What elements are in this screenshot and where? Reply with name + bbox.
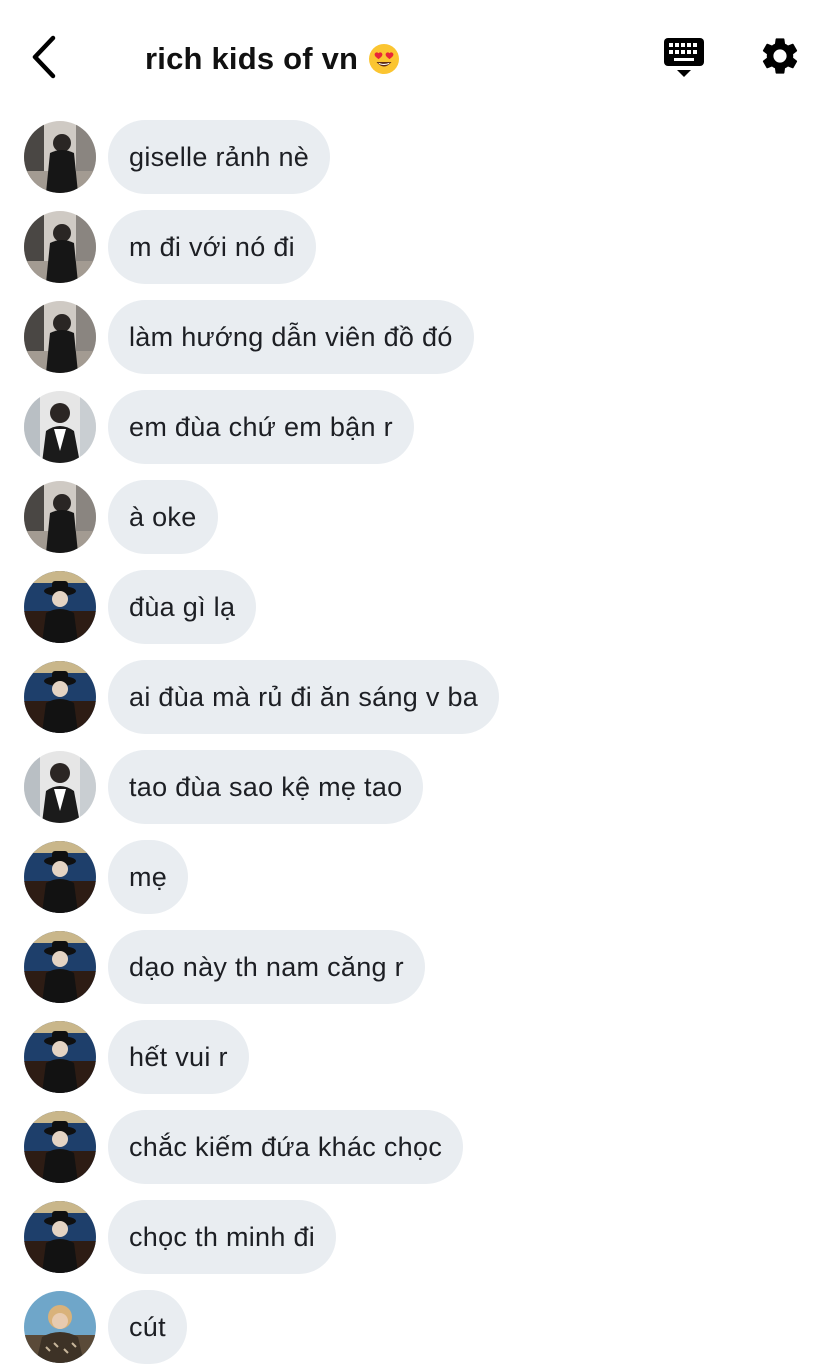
message-bubble[interactable]: hết vui r <box>108 1020 249 1094</box>
message-row: cút <box>0 1290 828 1364</box>
avatar-hat-photo <box>24 1111 96 1183</box>
message-row: giselle rảnh nè <box>0 120 828 194</box>
chevron-left-icon <box>32 35 56 79</box>
message-text: cút <box>129 1311 166 1342</box>
avatar-suit-photo <box>24 391 96 463</box>
chat-title: rich kids of vn <box>145 41 359 76</box>
message-row: ai đùa mà rủ đi ăn sáng v ba <box>0 660 828 734</box>
message-bubble[interactable]: à oke <box>108 480 218 554</box>
message-bubble[interactable]: ai đùa mà rủ đi ăn sáng v ba <box>108 660 500 734</box>
avatar[interactable] <box>24 1111 96 1183</box>
message-row: đùa gì lạ <box>0 570 828 644</box>
avatar[interactable] <box>24 661 96 733</box>
gear-icon <box>762 38 798 74</box>
message-text: chọc th minh đi <box>129 1221 316 1252</box>
avatar-street-photo <box>24 121 96 193</box>
keyboard-icon <box>664 38 704 77</box>
message-row: tao đùa sao kệ mẹ tao <box>0 750 828 824</box>
message-bubble[interactable]: làm hướng dẫn viên đồ đó <box>108 300 474 374</box>
message-text: ai đùa mà rủ đi ăn sáng v ba <box>129 681 479 712</box>
settings-button[interactable] <box>758 34 802 78</box>
message-bubble[interactable]: tao đùa sao kệ mẹ tao <box>108 750 424 824</box>
message-bubble[interactable]: cút <box>108 1290 187 1364</box>
avatar-hat-photo <box>24 841 96 913</box>
avatar-hat-photo <box>24 1201 96 1273</box>
message-bubble[interactable]: em đùa chứ em bận r <box>108 390 414 464</box>
message-row: chọc th minh đi <box>0 1200 828 1274</box>
message-row: em đùa chứ em bận r <box>0 390 828 464</box>
avatar[interactable] <box>24 931 96 1003</box>
message-text: chắc kiếm đứa khác chọc <box>129 1131 443 1162</box>
avatar-suit-photo <box>24 751 96 823</box>
message-row: dạo này th nam căng r <box>0 930 828 1004</box>
message-text: m đi với nó đi <box>129 231 295 262</box>
avatar-hat-photo <box>24 571 96 643</box>
avatar[interactable] <box>24 301 96 373</box>
message-bubble[interactable]: mẹ <box>108 840 189 914</box>
message-row: chắc kiếm đứa khác chọc <box>0 1110 828 1184</box>
message-row: mẹ <box>0 840 828 914</box>
heart-eyes-emoji-icon <box>369 44 400 74</box>
message-row: à oke <box>0 480 828 554</box>
message-text: giselle rảnh nè <box>129 141 310 172</box>
avatar-hat-photo <box>24 661 96 733</box>
message-text: mẹ <box>129 861 168 892</box>
avatar-street-photo <box>24 301 96 373</box>
chat-header: rich kids of vn <box>0 0 828 112</box>
avatar[interactable] <box>24 1201 96 1273</box>
avatar[interactable] <box>24 391 96 463</box>
keyboard-button[interactable] <box>660 34 708 82</box>
message-text: dạo này th nam căng r <box>129 951 404 982</box>
avatar[interactable] <box>24 571 96 643</box>
message-bubble[interactable]: chắc kiếm đứa khác chọc <box>108 1110 464 1184</box>
avatar[interactable] <box>24 841 96 913</box>
avatar-hat-photo <box>24 931 96 1003</box>
avatar-street-photo <box>24 481 96 553</box>
message-bubble[interactable]: đùa gì lạ <box>108 570 257 644</box>
message-text: làm hướng dẫn viên đồ đó <box>129 321 453 352</box>
avatar[interactable] <box>24 121 96 193</box>
back-button[interactable] <box>22 30 66 84</box>
message-row: m đi với nó đi <box>0 210 828 284</box>
avatar[interactable] <box>24 1021 96 1093</box>
message-bubble[interactable]: chọc th minh đi <box>108 1200 337 1274</box>
chat-title-group: rich kids of vn <box>145 36 400 82</box>
avatar[interactable] <box>24 751 96 823</box>
message-text: à oke <box>129 501 197 532</box>
message-bubble[interactable]: m đi với nó đi <box>108 210 316 284</box>
message-text: em đùa chứ em bận r <box>129 411 393 442</box>
avatar-street-photo <box>24 211 96 283</box>
avatar[interactable] <box>24 481 96 553</box>
message-row: làm hướng dẫn viên đồ đó <box>0 300 828 374</box>
message-bubble[interactable]: dạo này th nam căng r <box>108 930 425 1004</box>
message-text: tao đùa sao kệ mẹ tao <box>129 771 403 802</box>
avatar-hat-photo <box>24 1021 96 1093</box>
avatar[interactable] <box>24 211 96 283</box>
avatar[interactable] <box>24 1291 96 1363</box>
message-row: hết vui r <box>0 1020 828 1094</box>
message-text: hết vui r <box>129 1041 228 1072</box>
message-bubble[interactable]: giselle rảnh nè <box>108 120 331 194</box>
avatar-blond-photo <box>24 1291 96 1363</box>
message-text: đùa gì lạ <box>129 591 236 622</box>
